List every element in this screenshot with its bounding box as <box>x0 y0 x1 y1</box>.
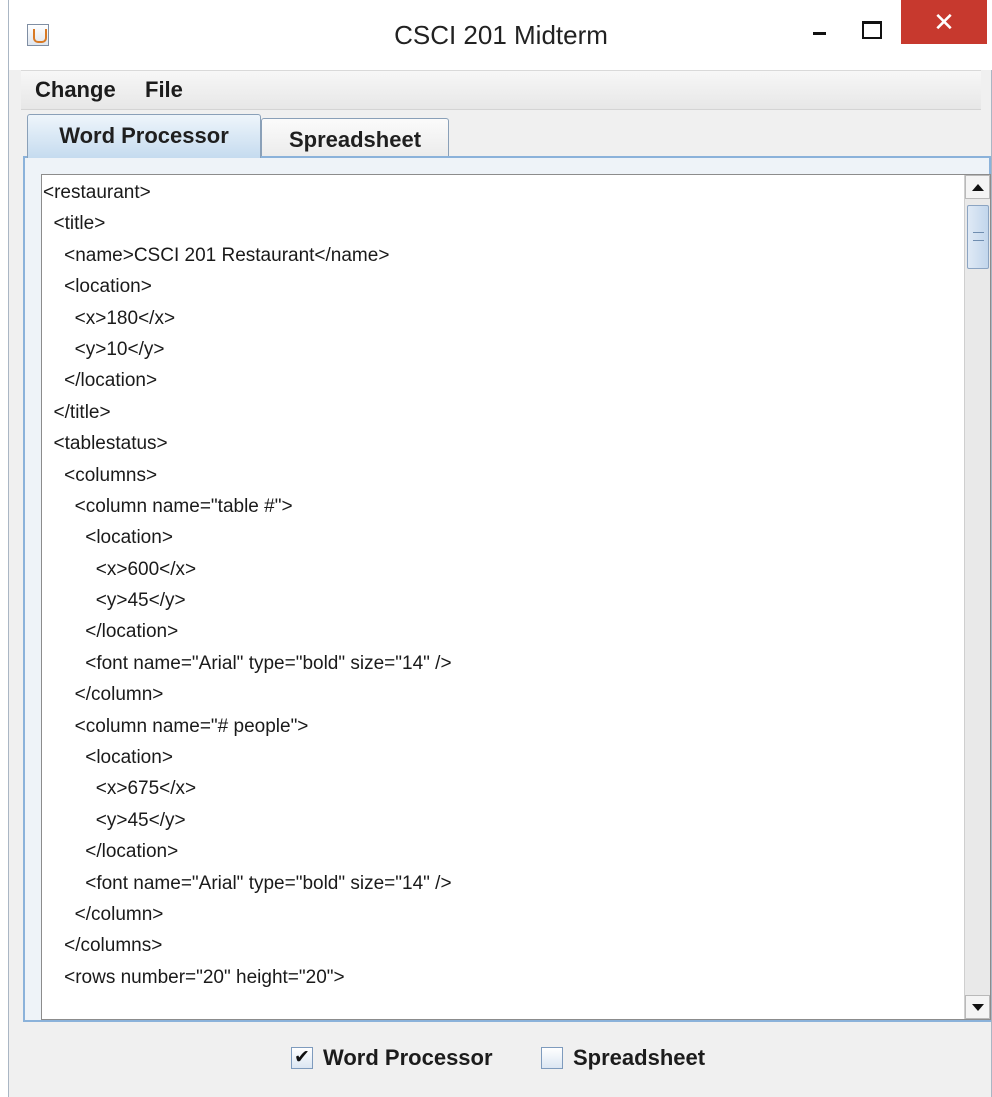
menu-file[interactable]: File <box>145 71 183 111</box>
code-line: <restaurant> <box>43 182 151 203</box>
vertical-scrollbar[interactable] <box>964 175 990 1019</box>
scroll-thumb[interactable] <box>967 205 989 269</box>
bottom-toolbar: ✔ Word Processor Spreadsheet <box>21 1024 981 1094</box>
maximize-button[interactable] <box>849 14 889 44</box>
spreadsheet-toggle[interactable]: Spreadsheet <box>541 1042 705 1074</box>
app-window: CSCI 201 Midterm ✕ Change File Word Proc… <box>8 0 992 1097</box>
code-line: </columns> <box>43 935 163 957</box>
code-line: <y>45</y> <box>43 809 186 831</box>
code-line: <tablestatus> <box>43 433 168 455</box>
window-title: CSCI 201 Midterm <box>394 20 608 50</box>
title-bar: CSCI 201 Midterm ✕ <box>9 0 992 70</box>
scroll-up-button[interactable] <box>965 175 990 199</box>
minimize-button[interactable] <box>799 14 839 44</box>
code-line: <x>180</x> <box>43 307 176 329</box>
code-line: <location> <box>43 276 152 298</box>
menu-change[interactable]: Change <box>35 71 116 111</box>
word-processor-checkbox[interactable]: ✔ <box>291 1047 313 1069</box>
menu-bar: Change File <box>21 70 981 110</box>
tab-panel: <restaurant> <title> <name>CSCI 201 Rest… <box>23 156 991 1022</box>
close-button[interactable]: ✕ <box>901 0 987 44</box>
code-line: </location> <box>43 621 179 643</box>
editor-content[interactable]: <restaurant> <title> <name>CSCI 201 Rest… <box>43 177 964 1011</box>
spreadsheet-label: Spreadsheet <box>573 1045 706 1070</box>
code-line: </column> <box>43 903 164 925</box>
code-line: </location> <box>43 370 158 392</box>
scroll-down-button[interactable] <box>965 995 990 1019</box>
tab-word-processor[interactable]: Word Processor <box>27 114 261 158</box>
spreadsheet-checkbox[interactable] <box>541 1047 563 1069</box>
code-line: <location> <box>43 747 173 769</box>
code-line: <name>CSCI 201 Restaurant</name> <box>43 244 390 266</box>
code-line: <y>10</y> <box>43 338 165 360</box>
code-line: <y>45</y> <box>43 590 186 612</box>
code-line: <font name="Arial" type="bold" size="14"… <box>43 652 452 674</box>
code-line: <location> <box>43 527 173 549</box>
code-line: </location> <box>43 841 179 863</box>
text-editor[interactable]: <restaurant> <title> <name>CSCI 201 Rest… <box>41 174 991 1020</box>
word-processor-label: Word Processor <box>323 1045 493 1070</box>
code-line: <title> <box>43 213 106 235</box>
code-line: <columns> <box>43 464 158 486</box>
tab-spreadsheet[interactable]: Spreadsheet <box>261 118 449 158</box>
code-line: <rows number="20" height="20"> <box>43 966 345 988</box>
code-line: </title> <box>43 401 111 423</box>
word-processor-toggle[interactable]: ✔ Word Processor <box>291 1042 493 1074</box>
code-line: <x>675</x> <box>43 778 197 800</box>
code-line: </column> <box>43 684 164 706</box>
code-line: <column name="table #"> <box>43 495 293 517</box>
code-line: <x>600</x> <box>43 558 197 580</box>
code-line: <font name="Arial" type="bold" size="14"… <box>43 872 452 894</box>
code-line: <column name="# people"> <box>43 715 309 737</box>
